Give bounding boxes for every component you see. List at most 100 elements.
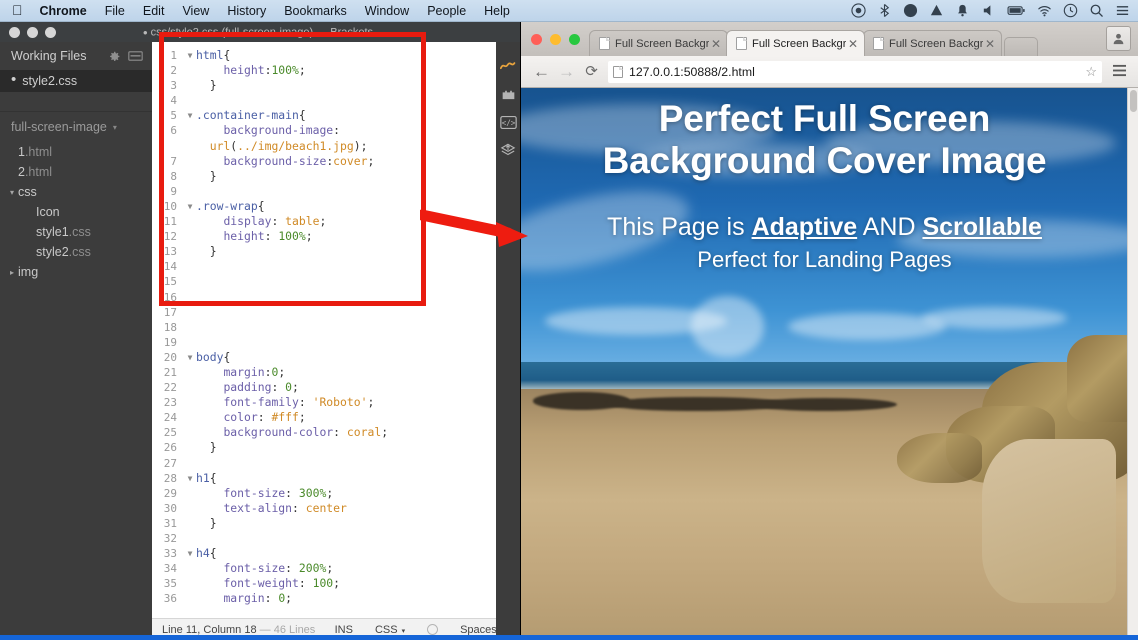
close-icon[interactable]: ✕ [846,37,860,51]
code-content[interactable]: 1 ▼ html{2 height:100%; 3 } 4 5 ▼ .container-ma… [152,42,520,618]
code-line[interactable]: 4 [152,93,520,108]
time-machine-icon[interactable] [1063,3,1078,18]
brackets-window-controls[interactable] [0,26,56,38]
code-line[interactable]: 16 [152,290,520,305]
fold-toggle-icon[interactable]: ▼ [184,350,196,365]
menu-item-file[interactable]: File [96,4,134,18]
code-line[interactable]: 21 margin:0; [152,365,520,380]
code-line[interactable]: 26 } [152,440,520,455]
menu-item-view[interactable]: View [173,4,218,18]
minimize-button[interactable] [27,26,38,38]
extension-manager-icon[interactable] [496,80,520,108]
menu-item-window[interactable]: Window [356,4,418,18]
code-line[interactable]: 22 padding: 0; [152,380,520,395]
fold-toggle-icon[interactable]: ▼ [184,471,196,486]
fold-toggle-icon[interactable]: ▼ [184,199,196,214]
code-line[interactable]: 15 [152,274,520,289]
code-line[interactable]: 20 ▼ body{ [152,350,520,365]
tree-item-icon[interactable]: Icon [0,202,152,222]
code-line[interactable]: 23 font-family: 'Roboto'; [152,395,520,410]
menu-item-edit[interactable]: Edit [134,4,174,18]
battery-icon[interactable] [1007,3,1026,18]
bookmark-star-icon[interactable]: ☆ [1085,64,1097,80]
code-line[interactable]: 33 ▼ h4{ [152,546,520,561]
creative-cloud-icon[interactable] [903,3,918,18]
wifi-icon[interactable] [1037,3,1052,18]
code-line[interactable]: 35 font-weight: 100; [152,576,520,591]
close-icon[interactable]: ✕ [709,37,723,51]
code-line[interactable]: 3 } [152,78,520,93]
code-line[interactable]: 17 [152,305,520,320]
code-line[interactable]: 31 } [152,516,520,531]
code-line[interactable]: 24 color: #fff; [152,410,520,425]
code-line[interactable]: 19 [152,335,520,350]
code-line[interactable]: 34 font-size: 200%; [152,561,520,576]
browser-tab-2-active[interactable]: Full Screen Background ✕ [726,30,865,56]
code-line[interactable]: 30 text-align: center [152,501,520,516]
menu-item-bookmarks[interactable]: Bookmarks [275,4,356,18]
code-line[interactable]: url(../img/beach1.jpg); [152,139,520,154]
spotlight-search-icon[interactable] [1089,3,1104,18]
code-line[interactable]: 27 [152,456,520,471]
bluetooth-icon[interactable] [877,3,892,18]
code-editor-pane[interactable]: 1 ▼ html{2 height:100%; 3 } 4 5 ▼ .container-ma… [152,42,520,640]
code-line[interactable]: 32 [152,531,520,546]
close-button[interactable] [9,26,20,38]
record-icon[interactable] [851,3,866,18]
gear-icon[interactable] [108,50,121,63]
code-line[interactable]: 8 } [152,169,520,184]
chrome-window-controls[interactable] [521,34,589,56]
reload-button[interactable]: ⟳ [579,64,604,79]
tree-item-style1css[interactable]: style1 .css [0,222,152,242]
new-tab-button[interactable] [1004,37,1038,56]
code-line[interactable]: 14 [152,259,520,274]
lint-status-icon[interactable] [416,624,449,635]
language-selector[interactable]: CSS ▾ [364,624,416,636]
web-page-viewport[interactable]: Perfect Full Screen Background Cover Ima… [521,88,1138,640]
code-line[interactable]: 2 height:100%; [152,63,520,78]
forward-button[interactable]: → [554,63,579,80]
apple-logo-icon[interactable]:  [0,3,36,17]
menu-item-history[interactable]: History [218,4,275,18]
page-scrollbar-thumb[interactable] [1130,90,1137,112]
split-view-icon[interactable] [128,50,143,62]
tree-folder-img[interactable]: ▸ img [0,262,152,282]
browser-tab-3[interactable]: Full Screen Background ✕ [863,30,1002,56]
close-icon[interactable]: ✕ [983,37,997,51]
code-line[interactable]: 1 ▼ html{ [152,48,520,63]
project-header[interactable]: full-screen-image ▾ [0,112,152,142]
insert-mode-toggle[interactable]: INS [324,624,364,636]
code-line[interactable]: 6 background-image: [152,123,520,138]
tree-item-style2css[interactable]: style2 .css [0,242,152,262]
code-line[interactable]: 29 font-size: 300%; [152,486,520,501]
tree-folder-css[interactable]: ▾ css [0,182,152,202]
chevron-right-icon[interactable]: ▸ [6,268,18,277]
fold-toggle-icon[interactable]: ▼ [184,546,196,561]
minimize-button[interactable] [550,34,561,45]
code-line[interactable]: 18 [152,320,520,335]
code-line[interactable]: 36 margin: 0; [152,591,520,606]
google-drive-icon[interactable] [929,3,944,18]
notification-center-icon[interactable] [1115,3,1130,18]
code-line[interactable]: 25 background-color: coral; [152,425,520,440]
code-inspector-icon[interactable]: </> [496,108,520,136]
tree-item-2html[interactable]: 2 .html [0,162,152,182]
notification-bell-icon[interactable] [955,3,970,18]
user-profile-icon[interactable] [1106,26,1131,51]
fold-toggle-icon[interactable]: ▼ [184,108,196,123]
chrome-menu-button[interactable] [1108,64,1130,80]
maximize-button[interactable] [569,34,580,45]
code-line[interactable]: 9 [152,184,520,199]
back-button[interactable]: ← [529,63,554,80]
menu-item-help[interactable]: Help [475,4,519,18]
url-text[interactable]: 127.0.0.1:50888/2.html [629,65,1085,79]
menu-item-people[interactable]: People [418,4,475,18]
code-line[interactable]: 5 ▼ .container-main{ [152,108,520,123]
chevron-down-icon[interactable]: ▾ [6,188,18,197]
tree-item-1html[interactable]: 1 .html [0,142,152,162]
menu-item-chrome[interactable]: Chrome [36,4,96,18]
live-preview-icon[interactable] [496,52,520,80]
fold-toggle-icon[interactable]: ▼ [184,48,196,63]
working-file-style2css[interactable]: • style2.css [0,70,152,92]
close-button[interactable] [531,34,542,45]
